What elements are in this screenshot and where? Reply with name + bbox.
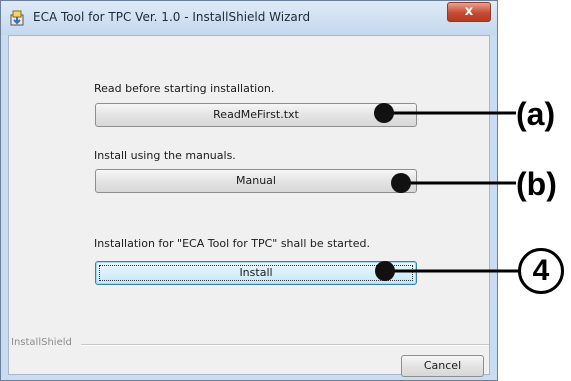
callout-number-4: 4 [532,254,550,287]
readme-button[interactable]: ReadMeFirst.txt [95,103,417,127]
manual-button[interactable]: Manual [95,169,417,193]
manual-instruction: Install using the manuals. [94,149,236,162]
installer-window: ECA Tool for TPC Ver. 1.0 - InstallShiel… [0,0,498,381]
cancel-button-label: Cancel [423,359,462,372]
installer-icon [10,10,24,26]
close-icon: x [464,4,474,19]
readme-instruction: Read before starting installation. [94,82,275,95]
manual-button-label: Manual [236,174,276,187]
title-bar[interactable]: ECA Tool for TPC Ver. 1.0 - InstallShiel… [1,1,497,35]
callout-label-4: 4 [518,248,564,294]
focus-rectangle [99,265,413,281]
callout-label-a: (a) [516,96,556,132]
readme-button-label: ReadMeFirst.txt [213,108,299,121]
installshield-brand: InstallShield [11,337,72,348]
close-button[interactable]: x [447,2,491,22]
page: ECA Tool for TPC Ver. 1.0 - InstallShiel… [0,0,571,381]
install-instruction: Installation for "ECA Tool for TPC" shal… [94,237,370,250]
wizard-client-area: Read before starting installation. ReadM… [8,35,490,375]
window-title: ECA Tool for TPC Ver. 1.0 - InstallShiel… [33,10,311,24]
install-button[interactable]: Install [95,261,417,285]
cancel-button[interactable]: Cancel [401,355,484,377]
footer-divider [81,344,489,346]
callout-label-b: (b) [516,166,557,202]
